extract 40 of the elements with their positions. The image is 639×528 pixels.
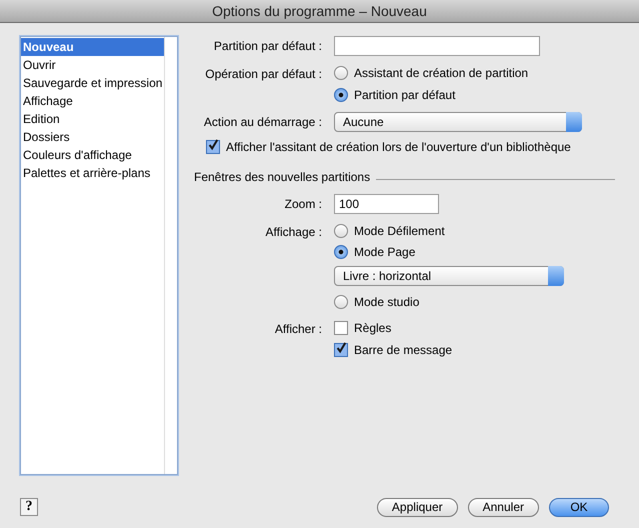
option-label: Partition par défaut — [354, 88, 456, 102]
radio-button[interactable] — [334, 224, 348, 238]
checkbox-label: Barre de message — [354, 343, 452, 357]
field-label: Afficher : — [274, 321, 322, 338]
category-item[interactable]: Sauvegarde et impression — [21, 74, 165, 92]
option-label: Mode studio — [354, 295, 420, 309]
radio-button[interactable] — [334, 295, 348, 309]
input-field[interactable] — [334, 36, 540, 56]
window-title: Options du programme – Nouveau — [212, 3, 427, 19]
help-button[interactable]: ? — [20, 498, 38, 516]
dialog-button[interactable]: Appliquer — [376, 498, 458, 516]
category-item[interactable]: Edition — [21, 110, 165, 128]
dialog-button[interactable]: OK — [549, 498, 609, 516]
dialog-button[interactable]: Annuler — [468, 498, 539, 516]
category-item[interactable]: Dossiers — [21, 128, 165, 146]
dropdown[interactable]: Livre : horizontal — [334, 266, 564, 286]
dropdown[interactable]: Aucune — [334, 112, 582, 132]
radio-button[interactable] — [334, 88, 348, 102]
field-label: Partition par défaut : — [212, 38, 322, 55]
radio-button[interactable] — [334, 66, 348, 80]
checkbox[interactable] — [334, 343, 348, 357]
category-item[interactable]: Ouvrir — [21, 56, 165, 74]
option-label: Mode Page — [354, 245, 416, 259]
option-label: Assistant de création de partition — [354, 66, 528, 80]
radio-button[interactable] — [334, 245, 348, 259]
category-item[interactable]: Nouveau — [21, 38, 165, 56]
option-label: Mode Défilement — [354, 224, 445, 238]
checkbox-label: Afficher l'assitant de création lors de l'ouverture d'un bibliothèque — [226, 140, 571, 154]
section-title: Fenêtres des nouvelles partitions — [194, 170, 370, 184]
checkbox[interactable] — [334, 321, 348, 335]
checkbox-label: Règles — [354, 321, 392, 335]
input-field[interactable]: 100 — [334, 194, 439, 214]
field-label: Opération par défaut : — [204, 66, 322, 83]
checkbox[interactable] — [206, 140, 220, 154]
category-item[interactable]: Couleurs d'affichage — [21, 146, 165, 164]
field-label: Action au démarrage : — [202, 114, 322, 131]
field-label: Zoom : — [284, 196, 322, 213]
category-item[interactable]: Affichage — [21, 92, 165, 110]
field-label: Affichage : — [264, 224, 322, 241]
category-item[interactable]: Palettes et arrière-plans — [21, 164, 165, 182]
